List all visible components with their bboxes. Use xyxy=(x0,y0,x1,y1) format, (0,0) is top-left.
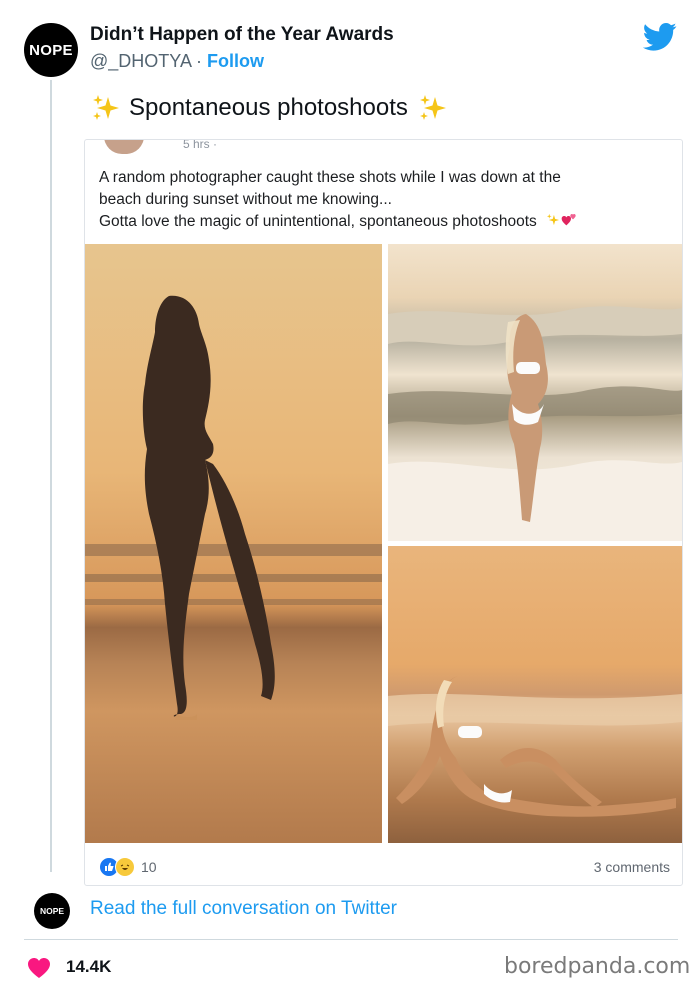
thread-line xyxy=(50,80,52,872)
photo-in-waves[interactable] xyxy=(388,244,682,541)
haha-reaction-icon xyxy=(115,857,135,877)
read-conversation-link[interactable]: Read the full conversation on Twitter xyxy=(90,898,397,920)
follow-button[interactable]: Follow xyxy=(207,51,264,71)
reactions[interactable]: 10 xyxy=(99,857,157,877)
heart-icon[interactable] xyxy=(27,957,51,979)
two-hearts-icon xyxy=(561,214,576,226)
poster-avatar xyxy=(104,140,144,154)
photo-silhouette-walking[interactable] xyxy=(85,244,382,843)
twitter-bird-icon[interactable] xyxy=(643,22,677,52)
divider xyxy=(24,939,678,940)
post-footer: 10 3 comments xyxy=(85,843,682,885)
post-line: Gotta love the magic of unintentional, s… xyxy=(99,211,669,233)
sparkles-icon xyxy=(419,95,446,120)
post-text: A random photographer caught these shots… xyxy=(99,167,669,233)
post-time: 5 hrs · xyxy=(183,139,218,151)
wave-figure xyxy=(388,306,682,541)
handle-separator: · xyxy=(190,51,207,71)
photo-reclining[interactable] xyxy=(388,546,682,843)
footer-avatar[interactable]: NOPE xyxy=(34,893,70,929)
watermark: boredpanda.com xyxy=(504,954,691,979)
tweet-text: Spontaneous photoshoots xyxy=(91,93,448,123)
reaction-count: 10 xyxy=(141,859,157,875)
tweet-text-label: Spontaneous photoshoots xyxy=(129,94,408,121)
silhouette-figure xyxy=(85,295,382,720)
post-line: beach during sunset without me knowing..… xyxy=(99,191,392,208)
sparkles-icon xyxy=(546,213,560,226)
reclining-figure xyxy=(388,676,682,817)
comments-count[interactable]: 3 comments xyxy=(594,859,670,875)
author-handle[interactable]: @_DHOTYA xyxy=(90,51,191,71)
author-avatar[interactable]: NOPE xyxy=(24,23,78,77)
like-count[interactable]: 14.4K xyxy=(66,957,111,977)
author-name[interactable]: Didn’t Happen of the Year Awards xyxy=(90,24,394,46)
embedded-image[interactable]: 5 hrs · A random photographer caught the… xyxy=(84,139,683,886)
handle-row: @_DHOTYA · Follow xyxy=(90,51,264,72)
post-line: A random photographer caught these shots… xyxy=(99,169,561,186)
sparkles-icon xyxy=(93,95,119,120)
